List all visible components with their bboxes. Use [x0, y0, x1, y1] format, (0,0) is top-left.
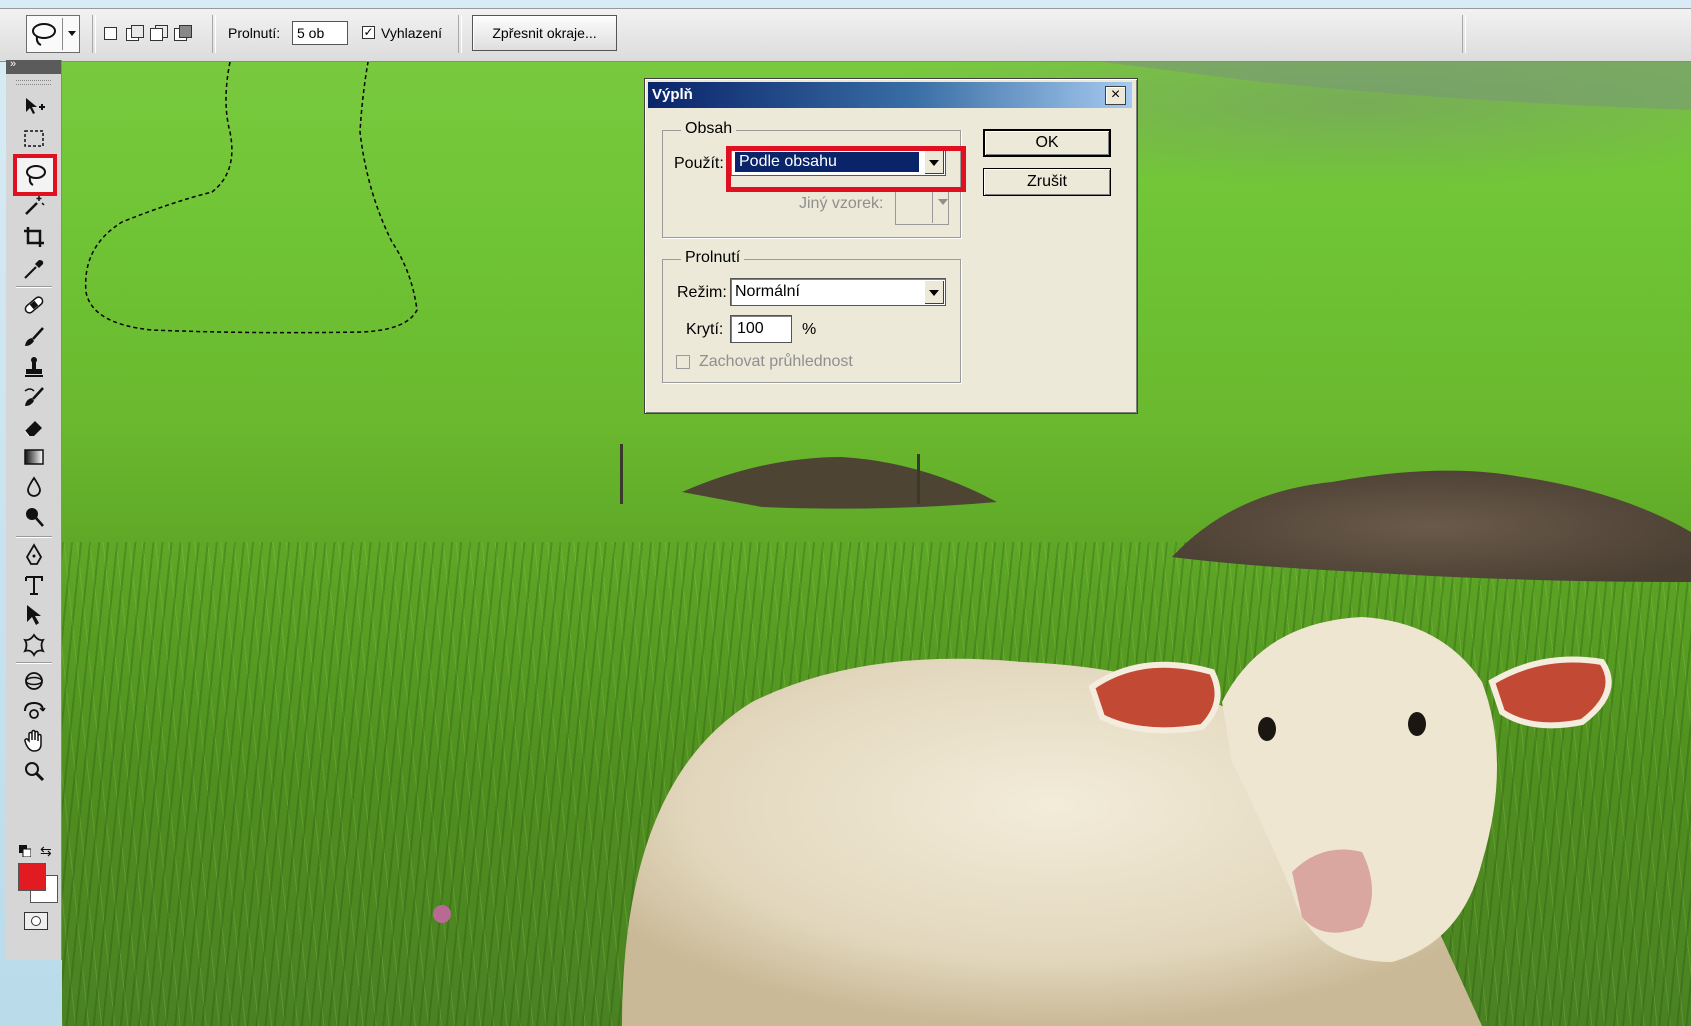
dodge-tool[interactable] [19, 502, 49, 532]
sheep-ear-left [1088, 661, 1221, 734]
clone-stamp-tool[interactable] [19, 352, 49, 382]
eraser-tool[interactable] [19, 412, 49, 442]
tool-preset-picker[interactable] [26, 15, 80, 53]
cancel-button[interactable]: Zrušit [983, 168, 1111, 196]
zoom-tool[interactable] [19, 756, 49, 786]
swap-colors-icon[interactable]: ⇆ [40, 843, 52, 860]
chevron-down-icon[interactable] [924, 280, 944, 304]
default-colors-icon[interactable] [19, 845, 31, 857]
history-brush-tool[interactable] [19, 382, 49, 412]
new-selection-button[interactable] [100, 23, 120, 43]
arrow-pointer-icon [27, 605, 41, 625]
antialias-checkbox[interactable]: ✓ [362, 26, 375, 39]
brush-tool[interactable] [19, 322, 49, 352]
use-dropdown-highlight [726, 146, 966, 192]
history-brush-icon [24, 387, 44, 406]
bandage-icon [24, 296, 44, 314]
path-selection-tool[interactable] [19, 600, 49, 630]
magic-wand-tool[interactable] [19, 190, 49, 220]
mode-dropdown[interactable]: Normální [730, 278, 946, 306]
type-tool[interactable] [19, 570, 49, 600]
magnifier-icon [25, 762, 45, 782]
hand-icon [24, 729, 42, 752]
feather-label: Prolnutí: [228, 25, 281, 41]
mode-dropdown-value: Normální [735, 283, 800, 300]
stamp-icon [25, 357, 43, 377]
dialog-title-bar[interactable]: Výplň × [648, 82, 1132, 108]
toolbox: » ⇆ [6, 58, 62, 960]
3d-rotate-icon [25, 672, 43, 690]
preserve-transparency-label: Zachovat průhlednost [699, 353, 853, 370]
opacity-label: Krytí: [686, 321, 724, 338]
quick-mask-icon[interactable] [24, 912, 48, 930]
marquee-tool[interactable] [19, 124, 49, 154]
opacity-unit: % [802, 321, 817, 338]
healing-brush-tool[interactable] [19, 290, 49, 320]
orbit-icon [24, 701, 46, 719]
hand-tool[interactable] [19, 726, 49, 756]
magic-wand-icon [25, 196, 45, 215]
custom-pattern-picker [895, 187, 949, 225]
gradient-tool[interactable] [19, 442, 49, 472]
pen-tool[interactable] [19, 540, 49, 570]
fill-dialog: Výplň × Obsah Použít: Podle obsahu Jiný … [644, 78, 1138, 414]
ok-button[interactable]: OK [983, 129, 1111, 157]
dodge-icon [26, 508, 44, 527]
intersect-selection-button[interactable] [172, 23, 192, 43]
options-bar: Prolnutí: 5 ob ✓ Vyhlazení Zpřesnit okra… [0, 8, 1691, 62]
type-icon [25, 576, 43, 595]
blur-tool[interactable] [19, 472, 49, 502]
feather-input[interactable]: 5 ob [292, 21, 348, 45]
lasso-icon [26, 165, 46, 186]
dirt-mound-left [682, 457, 997, 509]
dirt-mound-right [1172, 470, 1691, 582]
subtract-from-selection-button[interactable] [148, 23, 168, 43]
move-icon [26, 98, 45, 114]
collapse-icon[interactable]: » [10, 58, 16, 70]
custom-pattern-label: Jiný vzorek: [799, 195, 884, 212]
chevron-down-icon[interactable] [68, 31, 76, 36]
eraser-icon [24, 421, 42, 437]
crop-icon [24, 227, 44, 247]
pen-icon [25, 543, 43, 565]
use-label: Použít: [674, 155, 724, 172]
opacity-input[interactable]: 100 [730, 315, 792, 343]
gradient-icon [24, 449, 44, 465]
shape-icon [23, 633, 45, 657]
close-button[interactable]: × [1105, 86, 1126, 105]
mode-label: Režim: [677, 284, 727, 301]
3d-orbit-tool[interactable] [19, 696, 49, 726]
move-tool[interactable] [19, 92, 49, 122]
lasso-selection-outline [84, 62, 418, 334]
3d-rotate-tool[interactable] [19, 666, 49, 696]
add-to-selection-button[interactable] [124, 23, 144, 43]
rectangle-marquee-icon [24, 130, 44, 147]
toolbox-header[interactable]: » [6, 58, 61, 74]
sheep-ear-right [1488, 656, 1612, 729]
drop-icon [27, 476, 41, 497]
preserve-transparency-checkbox [676, 355, 690, 369]
antialias-label: Vyhlazení [381, 25, 442, 41]
foreground-color-swatch[interactable] [18, 863, 46, 891]
blending-legend: Prolnutí [681, 249, 745, 267]
brush-icon [25, 327, 44, 346]
contents-legend: Obsah [681, 120, 737, 138]
refine-edge-button[interactable]: Zpřesnit okraje... [472, 15, 617, 51]
eyedropper-tool[interactable] [19, 254, 49, 284]
lasso-icon [32, 23, 56, 46]
photoshop-window: Prolnutí: 5 ob ✓ Vyhlazení Zpřesnit okra… [0, 0, 1691, 1026]
dialog-title: Výplň [652, 86, 693, 103]
eyedropper-icon [24, 260, 44, 279]
custom-shape-tool[interactable] [19, 630, 49, 660]
crop-tool[interactable] [19, 222, 49, 252]
